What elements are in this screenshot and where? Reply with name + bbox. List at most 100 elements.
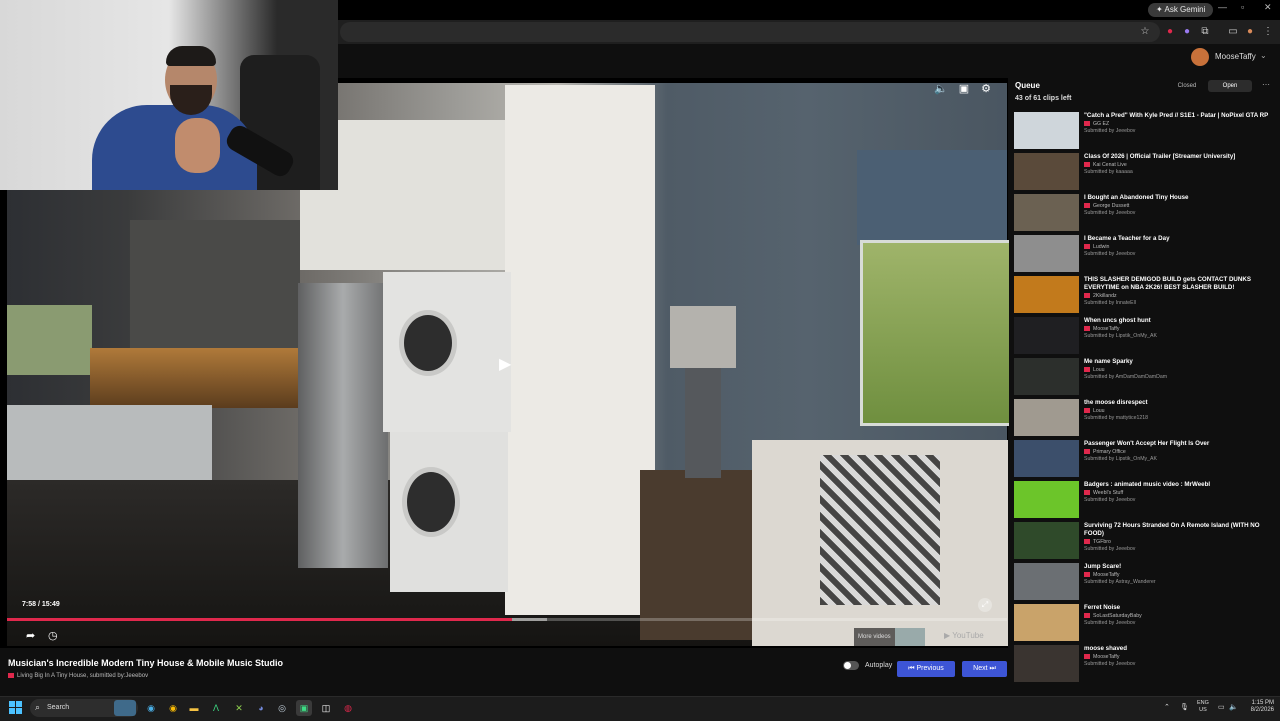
steam-icon[interactable]: ◎ [274,700,290,716]
taskbar-clock[interactable]: 1:15 PM 8/2/2026 [1244,700,1274,714]
search-highlight-icon[interactable] [114,700,136,716]
autoplay-toggle-knob[interactable] [844,662,851,669]
queue-item[interactable]: I Bought an Abandoned Tiny House George … [1014,194,1276,232]
queue-item[interactable]: When uncs ghost hunt MooseTaffy Submitte… [1014,317,1276,355]
profile-avatar-icon[interactable]: ● [1243,25,1257,39]
queue-item-thumbnail[interactable] [1014,317,1079,354]
queue-item-channel-name[interactable]: MooseTaffy [1093,326,1119,332]
recording-app-icon[interactable]: ◍ [340,700,356,716]
bookmark-star-icon[interactable]: ☆ [1138,25,1152,39]
minimize-icon[interactable]: — [1218,2,1227,12]
queue-item-thumbnail[interactable] [1014,358,1079,395]
extension-red-icon[interactable]: ● [1163,25,1177,39]
queue-item-thumbnail[interactable] [1014,153,1079,190]
queue-item-title[interactable]: the moose disrespect [1084,399,1276,407]
microphone-icon[interactable]: 🎙 [1180,703,1189,711]
queue-item[interactable]: Passenger Won't Accept Her Flight Is Ove… [1014,440,1276,478]
queue-item-title[interactable]: "Catch a Pred" With Kyle Pred // S1E1 - … [1084,112,1276,120]
queue-item[interactable]: Ferret Noise SoLastSaturdayBaby Submitte… [1014,604,1276,642]
youtube-logo[interactable]: ▶ YouTube [944,631,984,640]
queue-item[interactable]: THIS SLASHER DEMIGOD BUILD gets CONTACT … [1014,276,1276,314]
queue-item-thumbnail[interactable] [1014,399,1079,436]
watch-later-icon[interactable]: ◷ [48,629,58,642]
tray-overflow-icon[interactable]: ⌃ [1164,703,1170,711]
queue-item-thumbnail[interactable] [1014,112,1079,149]
queue-item-channel-name[interactable]: Weebl's Stuff [1093,490,1123,496]
user-avatar[interactable] [1191,48,1209,66]
queue-item-title[interactable]: When uncs ghost hunt [1084,317,1276,325]
queue-closed-button[interactable]: Closed [1168,80,1206,92]
obs-app-icon[interactable]: ◫ [318,700,334,716]
progress-fill[interactable] [7,618,512,621]
previous-button[interactable]: ⏮ Previous [897,661,955,677]
queue-item-channel-name[interactable]: SoLastSaturdayBaby [1093,613,1142,619]
next-button[interactable]: Next ⏭ [962,661,1007,677]
queue-item-channel-name[interactable]: Kai Cenat Live [1093,162,1127,168]
queue-item[interactable]: Me name Sparky Louu Submitted by AmDamDa… [1014,358,1276,396]
queue-item-title[interactable]: Ferret Noise [1084,604,1276,612]
maximize-icon[interactable]: ▫ [1241,2,1244,12]
queue-item[interactable]: the moose disrespect Louu Submitted by m… [1014,399,1276,437]
queue-item-title[interactable]: Badgers : animated music video : MrWeebl [1084,481,1276,489]
ask-gemini-button[interactable]: ✦ Ask Gemini [1148,3,1214,17]
queue-item-title[interactable]: Class Of 2026 | Official Trailer [Stream… [1084,153,1276,161]
queue-item-channel-name[interactable]: MooseTaffy [1093,654,1119,660]
queue-item-title[interactable]: THIS SLASHER DEMIGOD BUILD gets CONTACT … [1084,276,1276,292]
username-label[interactable]: MooseTaffy [1215,52,1256,61]
queue-item-title[interactable]: I Bought an Abandoned Tiny House [1084,194,1276,202]
queue-item[interactable]: Badgers : animated music video : MrWeebl… [1014,481,1276,519]
queue-item-channel-name[interactable]: MooseTaffy [1093,572,1119,578]
extension-purple-icon[interactable]: ● [1180,25,1194,39]
queue-item-title[interactable]: I Became a Teacher for a Day [1084,235,1276,243]
queue-item-thumbnail[interactable] [1014,481,1079,518]
terminal-app-icon[interactable]: Λ [208,700,224,716]
queue-item-channel-name[interactable]: Louu [1093,367,1105,373]
queue-item[interactable]: moose shaved MooseTaffy Submitted by Jee… [1014,645,1276,683]
video-submitter[interactable]: Jeeebov [125,673,148,679]
queue-item-channel-name[interactable]: Primary Office [1093,449,1126,455]
omnibox[interactable] [340,22,1160,42]
queue-item[interactable]: "Catch a Pred" With Kyle Pred // S1E1 - … [1014,112,1276,150]
queue-item-title[interactable]: Passenger Won't Accept Her Flight Is Ove… [1084,440,1276,448]
chat-icon[interactable]: ▭ [1226,25,1240,39]
extensions-puzzle-icon[interactable]: ⧉ [1198,25,1212,39]
chrome-browser-icon[interactable]: ◉ [165,700,181,716]
queue-more-icon[interactable]: ⋯ [1262,80,1270,89]
queue-item-thumbnail[interactable] [1014,563,1079,600]
fullscreen-icon[interactable]: ⤢ [978,598,992,612]
more-videos-button[interactable]: More videos [854,628,895,646]
queue-item[interactable]: Jump Scare! MooseTaffy Submitted by Astr… [1014,563,1276,601]
queue-item[interactable]: Surviving 72 Hours Stranded On A Remote … [1014,522,1276,560]
queue-item-title[interactable]: moose shaved [1084,645,1276,653]
captions-icon[interactable]: ▣ [957,82,971,96]
queue-item-thumbnail[interactable] [1014,440,1079,477]
queue-item-title[interactable]: Jump Scare! [1084,563,1276,571]
video-channel[interactable]: Living Big In A Tiny House [17,673,86,679]
more-videos-thumbnail[interactable] [895,628,925,646]
edge-browser-icon[interactable]: ◉ [143,700,159,716]
settings-gear-icon[interactable]: ⚙ [979,82,993,96]
share-icon[interactable]: ➦ [26,629,35,642]
queue-open-button[interactable]: Open [1208,80,1252,92]
queue-item-channel-name[interactable]: Louu [1093,408,1105,414]
play-icon[interactable]: ▶ [499,356,517,374]
discord-icon[interactable]: ◕ [253,700,269,716]
chevron-down-icon[interactable]: ⌄ [1260,51,1267,60]
active-app-icon[interactable]: ▣ [296,700,312,716]
close-icon[interactable]: ✕ [1264,2,1272,13]
queue-item-channel-name[interactable]: Ludwin [1093,244,1109,250]
file-explorer-icon[interactable]: ▬ [186,700,202,716]
queue-item[interactable]: I Became a Teacher for a Day Ludwin Subm… [1014,235,1276,273]
queue-item-thumbnail[interactable] [1014,235,1079,272]
queue-item-thumbnail[interactable] [1014,276,1079,313]
queue-item-thumbnail[interactable] [1014,194,1079,231]
queue-item-thumbnail[interactable] [1014,604,1079,641]
language-indicator[interactable]: ENG US [1197,700,1209,714]
xbox-icon[interactable]: ✕ [231,700,247,716]
queue-item-channel-name[interactable]: George Dussett [1093,203,1129,209]
network-icon[interactable]: ▭ [1218,703,1225,711]
volume-icon[interactable]: 🔈 [934,82,948,96]
browser-menu-icon[interactable]: ⋮ [1261,25,1275,39]
queue-item-channel-name[interactable]: 2Kkillandz [1093,293,1117,299]
queue-item-title[interactable]: Me name Sparky [1084,358,1276,366]
